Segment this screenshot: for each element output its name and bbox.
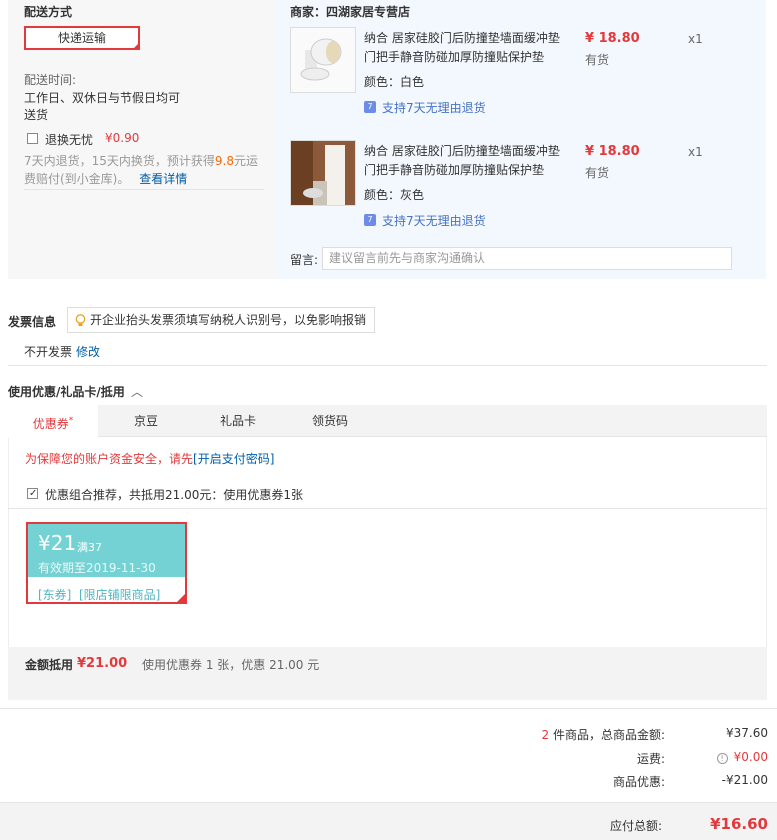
divider xyxy=(8,508,767,509)
details-link[interactable]: 查看详情 xyxy=(139,172,187,186)
shipping-method-button[interactable]: 快递运输 xyxy=(24,26,140,50)
stock-status: 有货 xyxy=(585,166,610,180)
info-icon[interactable]: ! xyxy=(716,753,728,764)
payable-amount: ¥16.60 xyxy=(710,815,768,833)
product-price: ¥ 18.80 xyxy=(585,144,640,159)
color-label: 颜色： xyxy=(364,188,401,202)
insurance-cashback-amount: 9.8 xyxy=(214,154,234,168)
tab-jingdou[interactable]: 京豆 xyxy=(101,405,191,437)
product-name[interactable]: 纳合 居家硅胶门后防撞垫墙面缓冲垫门把手静音防碰加厚防撞贴保护垫 xyxy=(364,29,564,67)
return-policy-icon: 7 xyxy=(364,101,376,113)
color-value: 灰色 xyxy=(400,188,425,202)
combo-checkbox[interactable] xyxy=(27,488,38,499)
goods-count-suffix: 件商品，总商品金额: xyxy=(549,728,665,742)
discount-amount: -¥21.00 xyxy=(721,773,768,787)
freight-amount: ¥0.00 xyxy=(733,750,768,764)
product-image[interactable] xyxy=(290,140,356,206)
discount-title-text: 使用优惠/礼品卡/抵用 xyxy=(8,385,125,399)
message-label: 留言: xyxy=(290,253,319,267)
security-notice: 为保障您的账户资金安全，请先[开启支付密码] xyxy=(25,450,274,467)
shop-name: 商家：四湖家居专营店 xyxy=(290,5,411,19)
shipping-title: 配送方式 xyxy=(24,5,73,19)
freight-label: 运费: xyxy=(636,752,665,766)
security-text: 为保障您的账户资金安全，请先 xyxy=(25,452,194,466)
delivery-time-value-2: 送货 xyxy=(24,108,49,122)
insurance-price: ¥0.90 xyxy=(105,131,140,145)
chevron-up-icon: ︿ xyxy=(130,385,143,399)
color-label: 颜色： xyxy=(364,75,401,89)
tab-gift-card[interactable]: 礼品卡 xyxy=(193,405,283,437)
goods-count: 2 xyxy=(541,728,550,742)
product-image[interactable] xyxy=(290,27,356,93)
coupon-tags: [东券] [限店铺限商品] xyxy=(38,588,161,602)
insurance-checkbox[interactable] xyxy=(27,133,38,144)
enable-pay-password-link[interactable]: [开启支付密码] xyxy=(193,452,274,466)
return-policy[interactable]: 支持7天无理由退货 xyxy=(382,212,486,229)
coupon-amount: ¥21 xyxy=(38,531,77,555)
coupon-card[interactable]: ¥21 满37 有效期至2019-11-30 [东券] [限店铺限商品] xyxy=(26,522,187,604)
product-qty: x1 xyxy=(688,32,703,46)
coupon-condition: 满37 xyxy=(77,541,102,554)
invoice-title: 发票信息 xyxy=(8,315,57,329)
message-input[interactable]: 建议留言前先与商家沟通确认 xyxy=(322,247,732,270)
invoice-status: 不开发票 xyxy=(24,345,73,359)
insurance-desc-suffix: 元运 xyxy=(234,154,259,168)
payable-label: 应付总额: xyxy=(609,819,662,833)
goods-amount: ¥37.60 xyxy=(726,726,768,740)
product-color: 颜色：灰色 xyxy=(364,186,424,203)
insurance-label: 退换无忧 xyxy=(45,133,94,147)
shipping-method-label: 快递运输 xyxy=(57,31,106,45)
return-policy-icon: 7 xyxy=(364,214,376,226)
color-value: 白色 xyxy=(400,75,425,89)
coupon-validity: 有效期至2019-11-30 xyxy=(38,561,156,575)
insurance-desc-line2: 费赔付(到小金库)。 xyxy=(24,172,130,186)
discount-tabs: 优惠券* 京豆 礼品卡 领货码 xyxy=(8,405,767,438)
insurance-desc-text: 7天内退货，15天内换货，预计获得 xyxy=(24,154,215,168)
divider xyxy=(24,189,264,190)
required-mark-icon: * xyxy=(68,416,74,426)
tab-coupon[interactable]: 优惠券* xyxy=(8,405,98,438)
coupon-header: ¥21 满37 有效期至2019-11-30 xyxy=(28,524,185,577)
discount-label: 商品优惠: xyxy=(612,775,665,789)
return-policy[interactable]: 支持7天无理由退货 xyxy=(382,99,486,116)
selected-corner-icon xyxy=(175,592,187,604)
tab-redeem-code[interactable]: 领货码 xyxy=(285,405,375,437)
selected-corner-icon xyxy=(132,42,140,50)
discount-summary-bar: 金额抵用 ¥21.00 使用优惠券 1 张，优惠 21.00 元 xyxy=(8,647,767,700)
invoice-tip: 开企业抬头发票须填写纳税人识别号，以免影响报销 xyxy=(67,307,376,333)
combo-label: 优惠组合推荐，共抵用21.00元：使用优惠券1张 xyxy=(45,488,303,502)
insurance-desc-2: 费赔付(到小金库)。 查看详情 xyxy=(24,170,187,187)
tab-coupon-label: 优惠券 xyxy=(32,417,69,431)
lightbulb-icon xyxy=(75,314,86,326)
invoice-tip-text: 开企业抬头发票须填写纳税人识别号，以免影响报销 xyxy=(90,313,367,327)
divider xyxy=(8,365,767,366)
insurance-desc-1: 7天内退货，15天内换货，预计获得9.8元运 xyxy=(24,152,258,169)
payable-bar: 应付总额: ¥16.60 xyxy=(0,802,777,840)
divider xyxy=(0,708,777,709)
stock-status: 有货 xyxy=(585,53,610,67)
product-name[interactable]: 纳合 居家硅胶门后防撞垫墙面缓冲垫门把手静音防碰加厚防撞贴保护垫 xyxy=(364,142,564,180)
summary-desc: 使用优惠券 1 张，优惠 21.00 元 xyxy=(142,658,320,672)
product-qty: x1 xyxy=(688,145,703,159)
summary-amount: ¥21.00 xyxy=(77,656,128,671)
product-price: ¥ 18.80 xyxy=(585,31,640,46)
summary-label: 金额抵用 xyxy=(25,658,74,672)
goods-count-label: 2 件商品，总商品金额: xyxy=(542,726,666,743)
product-color: 颜色：白色 xyxy=(364,73,424,90)
delivery-time-label: 配送时间: xyxy=(24,73,77,87)
delivery-time-value-1: 工作日、双休日与节假日均可 xyxy=(24,91,181,105)
discount-title[interactable]: 使用优惠/礼品卡/抵用 ︿ xyxy=(8,383,143,400)
freight-value: ! ¥0.00 xyxy=(716,750,768,764)
invoice-modify-link[interactable]: 修改 xyxy=(76,343,100,360)
